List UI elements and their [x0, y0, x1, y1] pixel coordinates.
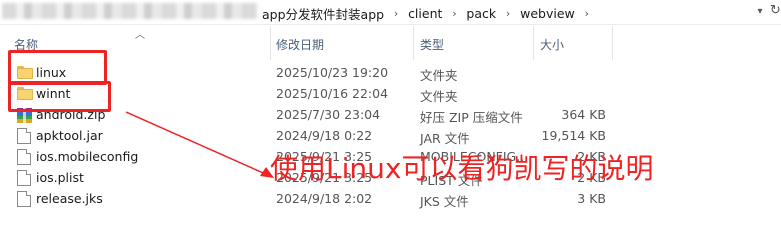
- file-date: 2024/9/18 0:22: [276, 128, 373, 143]
- address-bar[interactable]: app分发软件封装app › client › pack › webview ›…: [0, 0, 781, 25]
- file-date: 2025/10/23 19:20: [276, 65, 389, 80]
- column-header-size[interactable]: 大小: [540, 36, 564, 53]
- file-row[interactable]: android.zip 2025/7/30 23:04 好压 ZIP 压缩文件 …: [0, 105, 781, 126]
- file-size: 364 KB: [561, 107, 606, 122]
- breadcrumb-item-app[interactable]: app分发软件封装app: [262, 4, 384, 23]
- file-icon: [17, 128, 31, 144]
- breadcrumb-chevron-icon[interactable]: ›: [575, 7, 599, 20]
- breadcrumb-item-pack[interactable]: pack: [466, 6, 496, 21]
- file-name[interactable]: apktool.jar: [36, 128, 103, 143]
- file-icon: [17, 191, 31, 207]
- breadcrumb-chevron-icon[interactable]: ›: [496, 7, 520, 20]
- breadcrumb: app分发软件封装app › client › pack › webview ›: [262, 4, 599, 23]
- file-type: 好压 ZIP 压缩文件: [420, 110, 523, 125]
- file-date: 2025/10/16 22:04: [276, 86, 389, 101]
- file-date: 2025/7/30 23:04: [276, 107, 381, 122]
- column-header: ︿ 名称 修改日期 类型 大小: [0, 26, 781, 60]
- highlight-box-winnt: [8, 81, 111, 112]
- file-name[interactable]: ios.plist: [36, 170, 84, 185]
- file-name[interactable]: ios.mobileconfig: [36, 149, 138, 164]
- breadcrumb-chevron-icon[interactable]: ›: [442, 7, 466, 20]
- breadcrumb-chevron-icon[interactable]: ›: [384, 7, 408, 20]
- breadcrumb-item-client[interactable]: client: [408, 6, 442, 21]
- file-type: 文件夹: [420, 68, 458, 83]
- refresh-icon[interactable]: ↻: [770, 1, 781, 21]
- file-type: JAR 文件: [420, 131, 470, 146]
- file-icon: [17, 170, 31, 186]
- file-size: 3 KB: [577, 191, 606, 206]
- file-row[interactable]: apktool.jar 2024/9/18 0:22 JAR 文件 19,514…: [0, 126, 781, 147]
- file-name[interactable]: release.jks: [36, 191, 103, 206]
- breadcrumb-item-webview[interactable]: webview: [520, 6, 575, 21]
- file-row[interactable]: linux 2025/10/23 19:20 文件夹: [0, 63, 781, 84]
- file-size: 19,514 KB: [541, 128, 606, 143]
- file-type: 文件夹: [420, 89, 458, 104]
- annotation-note: 使用Linux可以看狗凯写的说明: [270, 152, 654, 185]
- sort-ascending-icon: ︿: [135, 30, 145, 41]
- column-header-type[interactable]: 类型: [420, 36, 444, 53]
- column-divider[interactable]: [413, 26, 414, 60]
- column-divider[interactable]: [612, 26, 613, 60]
- blurred-path-segment: [2, 3, 258, 19]
- highlight-box-linux: [8, 50, 107, 85]
- file-icon: [17, 149, 31, 165]
- file-date: 2024/9/18 2:02: [276, 191, 373, 206]
- column-header-date[interactable]: 修改日期: [276, 36, 324, 53]
- file-row[interactable]: release.jks 2024/9/18 2:02 JKS 文件 3 KB: [0, 189, 781, 210]
- column-divider[interactable]: [270, 26, 271, 60]
- column-divider[interactable]: [533, 26, 534, 60]
- file-row[interactable]: winnt 2025/10/16 22:04 文件夹: [0, 84, 781, 105]
- file-type: JKS 文件: [420, 194, 469, 209]
